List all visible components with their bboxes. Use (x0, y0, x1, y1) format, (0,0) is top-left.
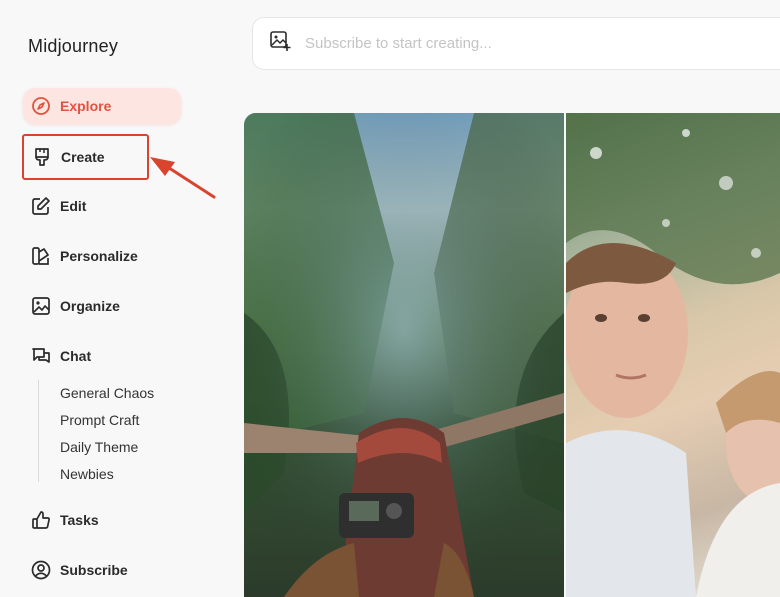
nav-organize[interactable]: Organize (23, 288, 181, 324)
chat-icon (31, 346, 51, 366)
image-add-icon[interactable] (269, 30, 291, 57)
app-logo[interactable]: Midjourney (28, 36, 118, 57)
chat-channel-newbies[interactable]: Newbies (60, 466, 114, 482)
chat-channel-general-chaos[interactable]: General Chaos (60, 385, 154, 401)
edit-icon (31, 196, 51, 216)
gallery-image-portrait[interactable] (566, 113, 780, 597)
nav-create[interactable]: Create (22, 134, 149, 180)
prompt-search-bar[interactable]: Subscribe to start creating... (252, 17, 780, 70)
sidebar: Midjourney Explore Create Edit Personali… (0, 0, 230, 597)
thumbs-up-icon (31, 510, 51, 530)
image-icon (31, 296, 51, 316)
chat-channel-prompt-craft[interactable]: Prompt Craft (60, 412, 139, 428)
gallery-image-jungle-plane[interactable] (244, 113, 564, 597)
chat-channel-daily-theme[interactable]: Daily Theme (60, 439, 138, 455)
nav-edit-label: Edit (60, 198, 87, 214)
nav-tasks-label: Tasks (60, 512, 99, 528)
chat-channels-divider (38, 380, 39, 482)
nav-chat[interactable]: Chat (23, 338, 181, 374)
nav-explore-label: Explore (60, 98, 112, 114)
palette-icon (31, 246, 51, 266)
nav-explore[interactable]: Explore (23, 88, 181, 124)
nav-personalize[interactable]: Personalize (23, 238, 181, 274)
nav-edit[interactable]: Edit (23, 188, 181, 224)
brush-icon (32, 147, 52, 167)
nav-subscribe[interactable]: Subscribe (23, 552, 181, 588)
user-circle-icon (31, 560, 51, 580)
nav-chat-label: Chat (60, 348, 92, 364)
search-placeholder: Subscribe to start creating... (305, 35, 492, 52)
nav-create-label: Create (61, 149, 105, 165)
compass-icon (31, 96, 51, 116)
nav-tasks[interactable]: Tasks (23, 502, 181, 538)
nav-subscribe-label: Subscribe (60, 562, 128, 578)
nav-organize-label: Organize (60, 298, 120, 314)
nav-personalize-label: Personalize (60, 248, 138, 264)
